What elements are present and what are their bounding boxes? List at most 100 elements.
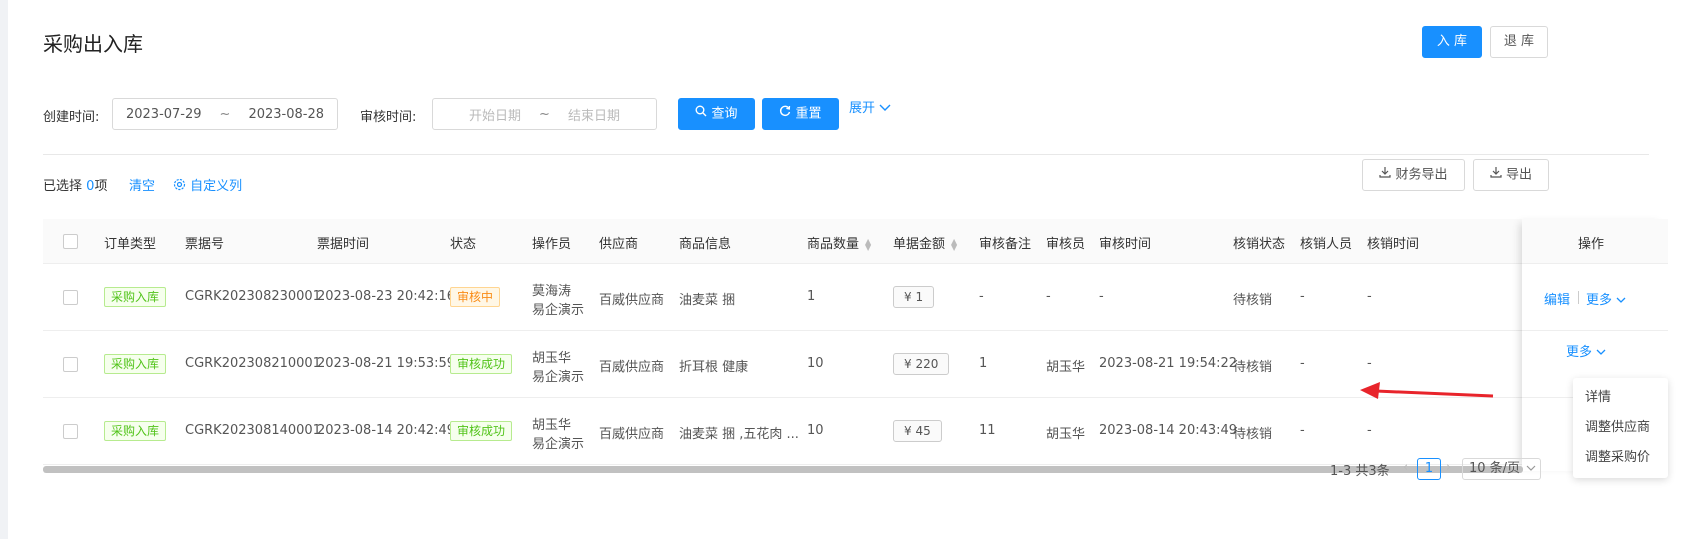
- custom-columns-link[interactable]: 自定义列: [173, 175, 242, 195]
- writeoff-time: -: [1367, 356, 1372, 371]
- download-icon: [1379, 160, 1392, 190]
- page-size-select[interactable]: 10 条/页: [1462, 458, 1541, 480]
- bill-no: CGRK202308140001: [185, 423, 321, 438]
- query-label: 查询: [711, 106, 738, 122]
- export-button[interactable]: 导出: [1473, 159, 1549, 191]
- expand-filters-link[interactable]: 展开: [849, 97, 891, 116]
- edit-link[interactable]: 编辑: [1544, 289, 1570, 308]
- inbound-button[interactable]: 入 库: [1422, 26, 1482, 58]
- audit-time: -: [1099, 289, 1104, 304]
- audit-note: 11: [979, 423, 996, 438]
- reset-button[interactable]: 重置: [762, 98, 839, 130]
- goods-info: 油麦菜 捆: [679, 293, 736, 308]
- download-icon: [1490, 160, 1502, 190]
- col-status: 状态: [450, 237, 477, 252]
- more-dropdown[interactable]: 更多: [1586, 289, 1626, 308]
- bill-amount: ¥ 45: [893, 420, 942, 442]
- action-divider: [1578, 291, 1579, 304]
- chevron-down-icon: [1526, 459, 1536, 479]
- operator-name: 胡玉华: [532, 351, 572, 366]
- horizontal-scrollbar[interactable]: [43, 466, 1523, 473]
- chevron-down-icon: [1596, 345, 1606, 360]
- audit-start-date[interactable]: 开始日期: [469, 105, 521, 124]
- gear-icon: [173, 178, 186, 195]
- selected-suffix: 项: [94, 179, 108, 194]
- audit-note: -: [979, 289, 984, 304]
- select-all-checkbox[interactable]: [63, 234, 78, 249]
- col-bill-no: 票据号: [185, 237, 225, 252]
- writeoff-status: 待核销: [1233, 427, 1273, 442]
- bill-time: 2023-08-23 20:42:16: [317, 289, 456, 304]
- page-container: 采购出入库 入 库 退 库 创建时间: 2023-07-29 ~ 2023-08…: [8, 0, 1684, 539]
- prev-page-icon[interactable]: ‹: [1403, 460, 1408, 475]
- pagination-summary: 1-3 共3条: [1330, 464, 1390, 479]
- selected-prefix: 已选择: [43, 179, 83, 194]
- audit-time-label: 审核时间:: [360, 110, 417, 125]
- range-separator: ~: [219, 106, 231, 122]
- chevron-down-icon: [879, 101, 891, 116]
- col-writeoff-person: 核销人员: [1300, 237, 1353, 252]
- reset-icon: [779, 99, 791, 129]
- menu-item-adjust-supplier[interactable]: 调整供应商: [1585, 416, 1650, 435]
- operator-company: 易企演示: [532, 303, 585, 318]
- auditor: -: [1046, 289, 1051, 304]
- operator-name: 胡玉华: [532, 418, 572, 433]
- auditor: 胡玉华: [1046, 427, 1086, 442]
- clear-selection-link[interactable]: 清空: [129, 175, 155, 194]
- writeoff-status: 待核销: [1233, 293, 1273, 308]
- row-checkbox[interactable]: [63, 290, 78, 305]
- chevron-down-icon: [1616, 293, 1626, 308]
- expand-label: 展开: [849, 101, 876, 116]
- bill-amount: ¥ 1: [893, 286, 935, 308]
- goods-qty: 10: [807, 356, 824, 371]
- operations-header: 操作: [1522, 219, 1668, 264]
- col-amount[interactable]: 单据金额 ▲ ▼: [893, 233, 957, 252]
- operator-company: 易企演示: [532, 437, 585, 452]
- supplier: 百威供应商: [599, 360, 665, 375]
- created-time-range[interactable]: 2023-07-29 ~ 2023-08-28: [112, 98, 338, 130]
- more-label: 更多: [1566, 345, 1593, 360]
- more-dropdown[interactable]: 更多: [1566, 341, 1606, 360]
- search-icon: [695, 99, 707, 129]
- menu-item-details[interactable]: 详情: [1585, 386, 1611, 405]
- annotation-arrow-icon: [1360, 382, 1494, 399]
- audit-time-range[interactable]: 开始日期 ~ 结束日期: [432, 98, 657, 130]
- col-operator: 操作员: [532, 237, 572, 252]
- finance-export-label: 财务导出: [1395, 167, 1448, 183]
- created-end-date[interactable]: 2023-08-28: [248, 107, 324, 122]
- auditor: 胡玉华: [1046, 360, 1086, 375]
- return-button[interactable]: 退 库: [1490, 26, 1548, 58]
- bill-no: CGRK202308230001: [185, 289, 321, 304]
- status-badge: 审核成功: [450, 354, 513, 374]
- table-row: 采购入库 CGRK202308230001 2023-08-23 20:42:1…: [43, 264, 1649, 331]
- bill-amount: ¥ 220: [893, 353, 950, 375]
- row-actions: 编辑 更多: [1522, 264, 1668, 331]
- audit-time: 2023-08-21 19:54:22: [1099, 356, 1238, 371]
- col-qty-label: 商品数量: [807, 237, 860, 252]
- audit-end-date[interactable]: 结束日期: [568, 105, 620, 124]
- writeoff-status: 待核销: [1233, 360, 1273, 375]
- operator-company: 易企演示: [532, 370, 585, 385]
- bill-no: CGRK202308210001: [185, 356, 321, 371]
- supplier: 百威供应商: [599, 293, 665, 308]
- sort-icon: ▲ ▼: [865, 236, 872, 252]
- goods-qty: 1: [807, 289, 816, 304]
- custom-columns-label: 自定义列: [190, 179, 243, 194]
- order-type-tag: 采购入库: [104, 287, 167, 307]
- next-page-icon[interactable]: ›: [1446, 460, 1451, 475]
- query-button[interactable]: 查询: [678, 98, 755, 130]
- writeoff-time: -: [1367, 423, 1372, 438]
- page-1-button[interactable]: 1: [1417, 458, 1441, 480]
- col-supplier: 供应商: [599, 237, 639, 252]
- goods-info: 折耳根 健康: [679, 360, 749, 375]
- bill-time: 2023-08-21 19:53:59: [317, 356, 456, 371]
- col-qty[interactable]: 商品数量 ▲ ▼: [807, 233, 871, 252]
- row-checkbox[interactable]: [63, 424, 78, 439]
- finance-export-button[interactable]: 财务导出: [1362, 159, 1465, 191]
- row-checkbox[interactable]: [63, 357, 78, 372]
- col-order-type: 订单类型: [104, 237, 157, 252]
- col-operations: 操作: [1578, 237, 1605, 252]
- menu-item-adjust-price[interactable]: 调整采购价: [1585, 446, 1650, 465]
- bill-time: 2023-08-14 20:42:49: [317, 423, 456, 438]
- created-start-date[interactable]: 2023-07-29: [126, 107, 202, 122]
